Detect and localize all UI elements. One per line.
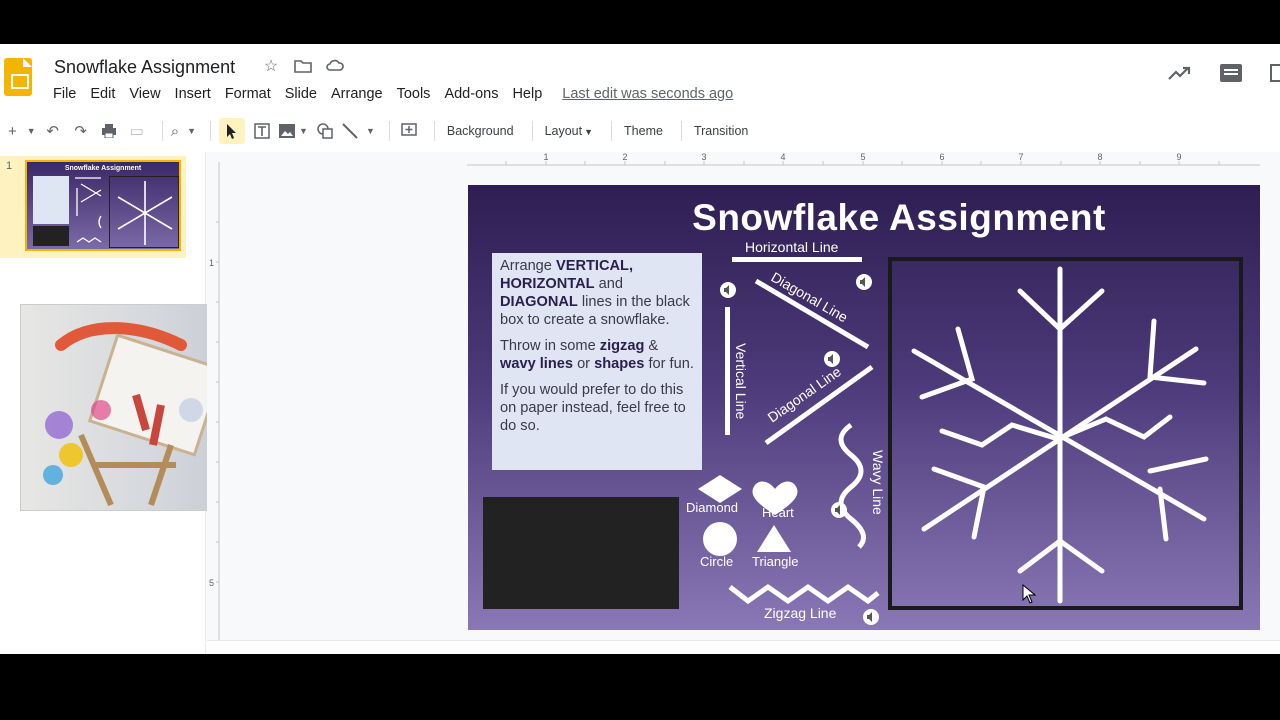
ruler-tick: 8 (1097, 152, 1102, 162)
menu-insert[interactable]: Insert (175, 86, 211, 102)
heart-label: Heart (762, 505, 794, 520)
speaker-icon[interactable] (831, 502, 847, 518)
snowflake-drawing-frame[interactable] (888, 257, 1243, 610)
webcam-easel-illustration (43, 322, 211, 507)
circle-shape[interactable] (703, 522, 737, 556)
document-title[interactable]: Snowflake Assignment (54, 57, 235, 78)
vertical-line-label: Vertical Line (733, 343, 749, 419)
thumb-info-box (33, 176, 69, 224)
image-icon[interactable]: ▼ (279, 118, 308, 144)
snowflake-drawing (911, 266, 1209, 604)
shape-icon[interactable] (314, 118, 336, 144)
toolbar-divider (611, 121, 613, 141)
paint-format-icon[interactable]: ▭ (126, 118, 148, 144)
wavy-line-label: Wavy Line (870, 450, 886, 515)
thumb-snowflake-frame (109, 176, 179, 248)
layout-label: Layout (544, 124, 583, 138)
toolbar-divider (210, 121, 212, 141)
theme-button[interactable]: Theme (624, 124, 663, 138)
comments-icon[interactable] (1220, 64, 1242, 82)
new-slide-button[interactable]: + ▼ (8, 118, 36, 144)
horizontal-line-shape[interactable] (732, 257, 862, 262)
background-button[interactable]: Background (447, 124, 514, 138)
select-cursor-icon[interactable] (219, 118, 246, 144)
slide-number: 1 (6, 160, 13, 172)
slide-canvas[interactable]: Snowflake Assignment Arrange VERTICAL, H… (468, 185, 1260, 630)
slides-app: Snowflake Assignment ☆ File Edit View In… (0, 44, 1280, 654)
menu-slide[interactable]: Slide (285, 86, 317, 102)
zigzag-line-label: Zigzag Line (764, 605, 837, 621)
present-icon[interactable] (1270, 64, 1280, 82)
toolbar-divider (531, 121, 533, 141)
star-icon[interactable]: ☆ (262, 58, 280, 76)
comment-add-icon[interactable] (398, 118, 420, 144)
speaker-icon[interactable] (863, 609, 879, 625)
diamond-label: Diamond (686, 500, 738, 515)
horizontal-ruler: 1 2 3 4 5 6 7 8 9 (467, 152, 1260, 166)
menu-view[interactable]: View (129, 86, 160, 102)
line-icon[interactable]: ▼ (342, 118, 375, 144)
menu-file[interactable]: File (53, 86, 76, 102)
vertical-line-shape[interactable] (725, 307, 730, 435)
ruler-tick: 2 (622, 152, 627, 162)
speaker-icon[interactable] (824, 351, 840, 367)
print-icon[interactable] (98, 118, 120, 144)
speaker-icon[interactable] (856, 274, 872, 290)
activity-trend-icon[interactable] (1168, 65, 1192, 81)
toolbar-divider (680, 121, 682, 141)
ruler-tick: 9 (1176, 152, 1181, 162)
menu-edit[interactable]: Edit (90, 86, 115, 102)
layout-button[interactable]: Layout ▼ (545, 124, 593, 138)
text-box-icon[interactable] (251, 118, 273, 144)
toolbar-divider (433, 121, 435, 141)
ruler-tick: 3 (701, 152, 706, 162)
ruler-tick: 7 (1018, 152, 1023, 162)
mouse-pointer-icon (1022, 584, 1036, 604)
ruler-tick: 1 (543, 152, 548, 162)
toolbar-divider (388, 121, 390, 141)
menu-tools[interactable]: Tools (397, 86, 431, 102)
last-edit-link[interactable]: Last edit was seconds ago (562, 86, 733, 102)
wavy-line-shape[interactable] (838, 422, 866, 549)
menu-bar: File Edit View Insert Format Slide Arran… (53, 86, 747, 102)
triangle-label: Triangle (752, 554, 798, 569)
speaker-notes-divider[interactable] (207, 640, 1280, 654)
ruler-tick: 5 (209, 578, 214, 588)
slide-thumbnail[interactable]: Snowflake Assignment (25, 160, 181, 251)
slides-logo-icon[interactable] (4, 58, 32, 96)
toolbar-divider (161, 121, 163, 141)
menu-help[interactable]: Help (512, 86, 542, 102)
transition-button[interactable]: Transition (694, 124, 748, 138)
ruler-tick: 5 (860, 152, 865, 162)
triangle-shape[interactable] (757, 525, 791, 552)
thumb-title: Snowflake Assignment (64, 165, 142, 172)
thumb-black-box (33, 226, 69, 246)
zoom-icon[interactable]: ⌕ ▼ (171, 118, 196, 144)
speaker-icon[interactable] (720, 282, 736, 298)
vertical-ruler: 1 5 (209, 162, 220, 654)
undo-icon[interactable]: ↶ (42, 118, 64, 144)
zigzag-line-shape[interactable] (728, 583, 880, 605)
menu-format[interactable]: Format (225, 86, 271, 102)
menu-addons[interactable]: Add-ons (444, 86, 498, 102)
redo-icon[interactable]: ↷ (70, 118, 92, 144)
menu-arrange[interactable]: Arrange (331, 86, 383, 102)
cloud-status-icon[interactable] (326, 58, 344, 76)
diamond-shape[interactable] (698, 475, 742, 503)
move-folder-icon[interactable] (294, 58, 312, 76)
ruler-tick: 1 (209, 258, 214, 268)
toolbar: + ▼ ↶ ↷ ▭ ⌕ ▼ ▼ ▼ Background Layout ▼ Th… (0, 110, 1280, 152)
ruler-tick: 6 (939, 152, 944, 162)
ruler-tick: 4 (780, 152, 785, 162)
horizontal-line-label: Horizontal Line (745, 239, 839, 255)
circle-label: Circle (700, 554, 733, 569)
